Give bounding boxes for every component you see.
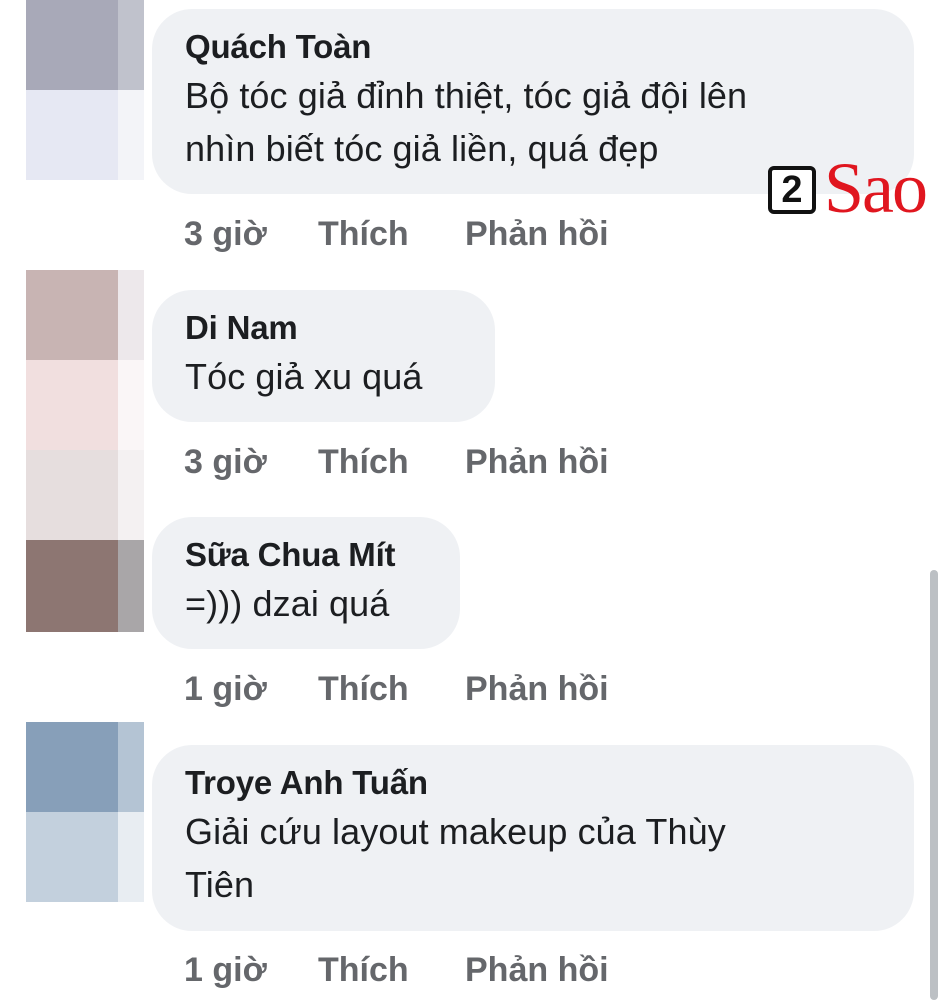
watermark-number: 2 [768, 166, 816, 214]
comment-text: Tóc giả xu quá [185, 356, 423, 397]
comment-text: Giải cứu layout makeup của Thùy [185, 811, 726, 852]
comment-timestamp[interactable]: 3 giờ [184, 212, 267, 256]
comment-text: Bộ tóc giả đỉnh thiệt, tóc giả đội lên [185, 75, 748, 116]
like-button[interactable]: Thích [318, 212, 409, 256]
comment-bubble: Troye Anh Tuấn Giải cứu layout makeup củ… [152, 745, 914, 931]
avatar[interactable] [26, 270, 144, 540]
comment-author[interactable]: Di Nam [185, 308, 463, 348]
comment-author[interactable]: Troye Anh Tuấn [185, 763, 882, 803]
comment-author[interactable]: Sữa Chua Mít [185, 535, 428, 575]
comment-timestamp[interactable]: 3 giờ [184, 440, 267, 484]
reply-button[interactable]: Phản hồi [465, 667, 609, 711]
comment-timestamp[interactable]: 1 giờ [184, 667, 267, 711]
like-button[interactable]: Thích [318, 667, 409, 711]
comment-bubble: Di Nam Tóc giả xu quá [152, 290, 495, 422]
reply-button[interactable]: Phản hồi [465, 440, 609, 484]
like-button[interactable]: Thích [318, 948, 409, 992]
comment-thread: Quách Toàn Bộ tóc giả đỉnh thiệt, tóc gi… [0, 0, 945, 1000]
watermark-word: Sao [824, 148, 928, 228]
reply-button[interactable]: Phản hồi [465, 212, 609, 256]
comment-text: =))) dzai quá [185, 583, 390, 624]
avatar[interactable] [26, 0, 144, 180]
comment-bubble: Sữa Chua Mít =))) dzai quá [152, 517, 460, 649]
comment-text: Tiên [185, 864, 255, 905]
avatar[interactable] [26, 722, 144, 902]
reply-button[interactable]: Phản hồi [465, 948, 609, 992]
scrollbar[interactable] [930, 570, 938, 1000]
comment-timestamp[interactable]: 1 giờ [184, 948, 267, 992]
avatar[interactable] [26, 540, 144, 632]
watermark-logo: 2 Sao [764, 148, 944, 228]
like-button[interactable]: Thích [318, 440, 409, 484]
comment-author[interactable]: Quách Toàn [185, 27, 882, 67]
